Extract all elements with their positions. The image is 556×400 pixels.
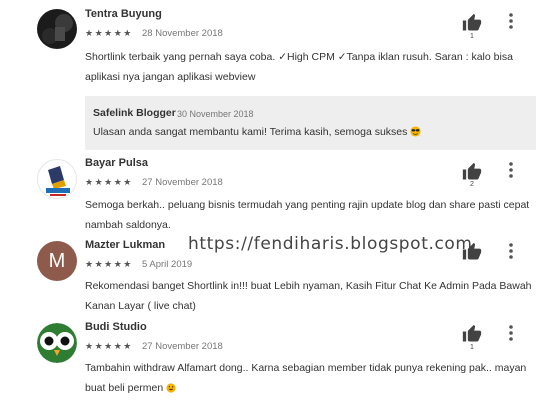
more-options-icon[interactable] xyxy=(505,324,517,342)
thumbs-up-icon[interactable] xyxy=(462,324,482,344)
review-text-content: Shortlink terbaik yang pernah saya coba.… xyxy=(85,51,513,83)
helpful-count: 1 xyxy=(470,33,474,40)
review-date: 5 April 2019 xyxy=(142,259,193,270)
grin-emoji-icon xyxy=(166,383,176,393)
review-item: Tentra Buyung ★★★★★ 28 November 2018 Sho… xyxy=(0,0,556,160)
more-options-icon[interactable] xyxy=(505,161,517,179)
review-date: 27 November 2018 xyxy=(142,177,223,188)
avatar[interactable] xyxy=(37,323,77,363)
developer-reply: Safelink Blogger 30 November 2018 Ulasan… xyxy=(85,96,536,150)
review-item: Bayar Pulsa ★★★★★ 27 November 2018 Semog… xyxy=(0,150,556,232)
owl-icon xyxy=(37,323,77,363)
review-date: 27 November 2018 xyxy=(142,341,223,352)
bayar-pulsa-logo-icon xyxy=(38,160,76,198)
review-text-content: Tambahin withdraw Alfamart dong.. Karna … xyxy=(85,362,527,394)
star-rating: ★★★★★ xyxy=(85,177,133,187)
reply-text: Ulasan anda sangat membantu kami! Terima… xyxy=(93,126,421,138)
review-item: Budi Studio ★★★★★ 27 November 2018 Tamba… xyxy=(0,314,556,400)
watermark-url: https://fendiharis.blogspot.com xyxy=(188,234,473,254)
avatar[interactable] xyxy=(37,9,77,49)
star-rating: ★★★★★ xyxy=(85,28,133,38)
developer-name: Safelink Blogger xyxy=(93,107,176,119)
dark-photo-avatar-icon xyxy=(37,9,77,49)
more-options-icon[interactable] xyxy=(505,242,517,260)
helpful-count: 2 xyxy=(470,181,474,188)
review-text: Semoga berkah.. peluang bisnis termudah … xyxy=(85,195,535,235)
review-text: Shortlink terbaik yang pernah saya coba.… xyxy=(85,47,535,87)
helpful-count: 1 xyxy=(470,344,474,351)
cool-emoji-icon xyxy=(410,126,421,137)
reply-text-content: Ulasan anda sangat membantu kami! Terima… xyxy=(93,126,408,138)
reviewer-name[interactable]: Bayar Pulsa xyxy=(85,157,148,169)
star-rating: ★★★★★ xyxy=(85,341,133,351)
reviewer-name[interactable]: Mazter Lukman xyxy=(85,239,165,251)
avatar[interactable] xyxy=(37,159,77,199)
avatar[interactable]: M xyxy=(37,241,77,281)
thumbs-up-icon[interactable] xyxy=(462,162,482,182)
more-options-icon[interactable] xyxy=(505,12,517,30)
thumbs-up-icon[interactable] xyxy=(462,13,482,33)
reviewer-name[interactable]: Budi Studio xyxy=(85,321,147,333)
star-rating: ★★★★★ xyxy=(85,259,133,269)
review-date: 28 November 2018 xyxy=(142,28,223,39)
avatar-letter: M xyxy=(48,249,66,272)
reviewer-name[interactable]: Tentra Buyung xyxy=(85,8,162,20)
review-text: Tambahin withdraw Alfamart dong.. Karna … xyxy=(85,358,535,398)
review-text-content: Semoga berkah.. peluang bisnis termudah … xyxy=(85,199,530,231)
review-text: Rekomendasi banget Shortlink in!!! buat … xyxy=(85,276,535,316)
review-text-content: Rekomendasi banget Shortlink in!!! buat … xyxy=(85,280,532,312)
reply-date: 30 November 2018 xyxy=(177,109,254,119)
